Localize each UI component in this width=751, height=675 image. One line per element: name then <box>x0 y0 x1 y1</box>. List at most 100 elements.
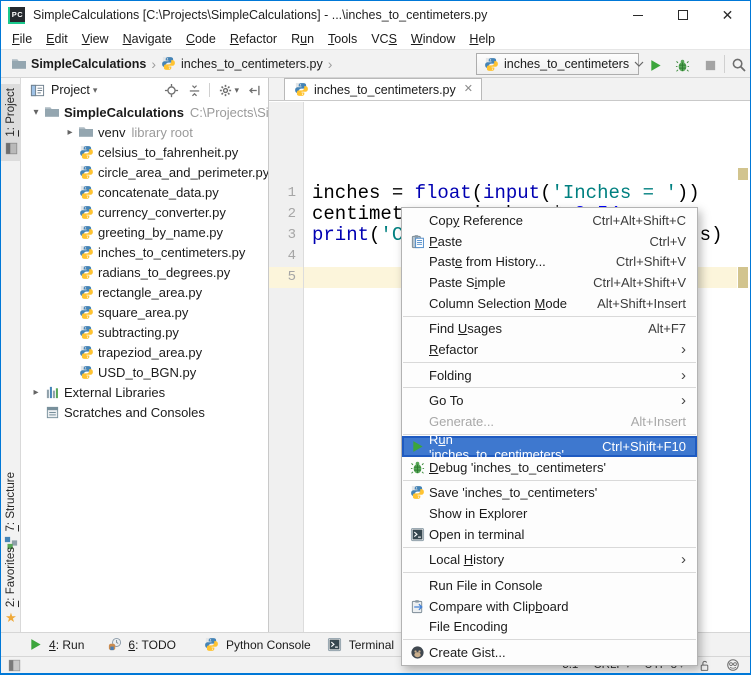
tree-row-circle-area-and-perimeter-py[interactable]: circle_area_and_perimeter.py <box>22 162 268 182</box>
stripe-label: 7: Structure <box>5 472 17 531</box>
tree-node-detail: C:\Projects\SimpleCalculations <box>190 105 268 120</box>
tree-row-trapeziod-area-py[interactable]: trapeziod_area.py <box>22 342 268 362</box>
window-controls: ✕ <box>615 1 750 29</box>
settings-button[interactable]: ▾ <box>217 82 239 98</box>
tab-inches-to-centimeters[interactable]: inches_to_centimeters.py ✕ <box>284 78 482 100</box>
tree-row-usd-to-bgn-py[interactable]: USD_to_BGN.py <box>22 362 268 382</box>
context-menu-item-debug-inches-to-centimeters[interactable]: Debug 'inches_to_centimeters' <box>402 457 697 478</box>
context-menu-item-go-to[interactable]: Go To› <box>402 390 697 411</box>
menu-separator <box>403 547 696 548</box>
menu-item-shortcut: Ctrl+V <box>632 234 686 249</box>
context-menu-item-file-encoding[interactable]: File Encoding <box>402 617 697 638</box>
tree-row-subtracting-py[interactable]: subtracting.py <box>22 322 268 342</box>
context-menu-item-folding[interactable]: Folding› <box>402 365 697 386</box>
chevron-collapsed-icon[interactable]: ▸ <box>28 387 44 398</box>
run-configuration-select[interactable]: inches_to_centimeters <box>476 53 639 75</box>
menubar-item-edit[interactable]: Edit <box>39 30 75 48</box>
locate-file-icon[interactable] <box>163 82 179 98</box>
editor-scrollbar[interactable] <box>737 102 750 632</box>
context-menu-item-column-selection-mode[interactable]: Column Selection ModeAlt+Shift+Insert <box>402 293 697 314</box>
chevron-expanded-icon[interactable]: ▾ <box>28 107 44 118</box>
tree-row-external-libraries[interactable]: ▸External Libraries <box>22 382 268 402</box>
tree-row-radians-to-degrees-py[interactable]: radians_to_degrees.py <box>22 262 268 282</box>
context-menu-item-open-in-terminal[interactable]: Open in terminal <box>402 524 697 545</box>
tree-row-inches-to-centimeters-py[interactable]: inches_to_centimeters.py <box>22 242 268 262</box>
tree-row-concatenate-data-py[interactable]: concatenate_data.py <box>22 182 268 202</box>
breadcrumb-inches-to-centimeters-py[interactable]: inches_to_centimeters.py <box>159 56 325 72</box>
python-icon <box>78 324 94 340</box>
context-menu-item-refactor[interactable]: Refactor› <box>402 339 697 360</box>
chevron-collapsed-icon[interactable]: ▸ <box>62 127 78 138</box>
folder-icon <box>44 104 60 120</box>
tool-window-button-6-todo[interactable]: 6: TODO <box>106 637 176 653</box>
tree-row-currency-converter-py[interactable]: currency_converter.py <box>22 202 268 222</box>
run-button[interactable] <box>646 56 664 74</box>
menubar-item-run[interactable]: Run <box>284 30 321 48</box>
tab-close-icon[interactable]: ✕ <box>464 84 473 95</box>
context-menu-item-create-gist[interactable]: Create Gist... <box>402 642 697 663</box>
context-menu-item-find-usages[interactable]: Find UsagesAlt+F7 <box>402 319 697 340</box>
menubar-item-vcs[interactable]: VCS <box>364 30 404 48</box>
line-number: 2 <box>275 204 303 225</box>
minimize-button[interactable] <box>615 1 660 29</box>
collapse-all-icon[interactable] <box>186 82 202 98</box>
menu-item-label: Find Usages <box>429 321 502 336</box>
tool-window-toggle-icon[interactable] <box>8 659 21 672</box>
tree-row-simplecalculations[interactable]: ▾SimpleCalculationsC:\Projects\SimpleCal… <box>22 102 268 122</box>
context-menu-item-paste-from-history[interactable]: Paste from History...Ctrl+Shift+V <box>402 252 697 273</box>
context-menu-item-compare-with-clipboard[interactable]: Compare with Clipboard <box>402 596 697 617</box>
tree-row-greeting-by-name-py[interactable]: greeting_by_name.py <box>22 222 268 242</box>
menu-item-label: Open in terminal <box>429 527 524 542</box>
compare-icon <box>408 599 426 614</box>
close-button[interactable]: ✕ <box>705 1 750 29</box>
unlock-icon[interactable] <box>698 659 711 672</box>
code-token: inches = <box>312 182 415 204</box>
menubar-item-window[interactable]: Window <box>404 30 462 48</box>
tree-row-rectangle-area-py[interactable]: rectangle_area.py <box>22 282 268 302</box>
python-icon <box>161 56 177 72</box>
stripe-button-2-favorites[interactable]: 2: Favorites★ <box>1 543 21 628</box>
tree-row-celsius-to-fahrenheit-py[interactable]: celsius_to_fahrenheit.py <box>22 142 268 162</box>
python-icon <box>78 164 94 180</box>
line-number: 5 <box>275 267 303 288</box>
context-menu-item-paste[interactable]: PasteCtrl+V <box>402 231 697 252</box>
breadcrumb-simplecalculations[interactable]: SimpleCalculations <box>9 56 148 72</box>
pycharm-window: PC SimpleCalculations [C:\Projects\Simpl… <box>0 0 751 675</box>
menubar-item-view[interactable]: View <box>75 30 116 48</box>
context-menu-item-generate[interactable]: Generate...Alt+Insert <box>402 411 697 432</box>
search-everywhere-button[interactable] <box>730 56 748 74</box>
menu-separator <box>403 572 696 573</box>
context-menu-item-save-inches-to-centimeters[interactable]: Save 'inches_to_centimeters' <box>402 483 697 504</box>
folder-icon <box>11 56 27 72</box>
chevron-down-icon: ▾ <box>234 85 239 96</box>
context-menu-item-local-history[interactable]: Local History› <box>402 550 697 571</box>
context-menu-item-show-in-explorer[interactable]: Show in Explorer <box>402 503 697 524</box>
context-menu-item-copy-reference[interactable]: Copy ReferenceCtrl+Alt+Shift+C <box>402 210 697 231</box>
menu-item-label: Copy Reference <box>429 213 523 228</box>
tool-window-button-python-console[interactable]: Python Console <box>204 637 311 653</box>
debug-button[interactable] <box>673 56 691 74</box>
project-panel-title[interactable]: Project <box>51 83 90 97</box>
tool-window-button-terminal[interactable]: Terminal <box>327 637 394 653</box>
menubar-item-file[interactable]: File <box>5 30 39 48</box>
tool-window-button-4-run[interactable]: 4: Run <box>27 637 84 653</box>
menubar-item-tools[interactable]: Tools <box>321 30 364 48</box>
chevron-down-icon: ▾ <box>93 85 98 96</box>
maximize-button[interactable] <box>660 1 705 29</box>
tree-row-square-area-py[interactable]: square_area.py <box>22 302 268 322</box>
hide-panel-icon[interactable] <box>246 82 262 98</box>
tree-row-venv[interactable]: ▸venvlibrary root <box>22 122 268 142</box>
menubar-item-code[interactable]: Code <box>179 30 223 48</box>
hector-inspector-icon[interactable] <box>726 658 740 672</box>
tree-row-scratches-and-consoles[interactable]: Scratches and Consoles <box>22 402 268 422</box>
context-menu-item-run-file-in-console[interactable]: Run File in Console <box>402 575 697 596</box>
context-menu-item-paste-simple[interactable]: Paste SimpleCtrl+Alt+Shift+V <box>402 272 697 293</box>
stop-button[interactable] <box>701 56 719 74</box>
menubar-item-help[interactable]: Help <box>462 30 502 48</box>
menubar-item-navigate[interactable]: Navigate <box>116 30 179 48</box>
scratches-icon <box>44 404 60 420</box>
menubar-item-refactor[interactable]: Refactor <box>223 30 284 48</box>
tree-node-label: currency_converter.py <box>98 205 226 220</box>
stripe-button-1-project[interactable]: 1: Project <box>1 84 21 161</box>
context-menu-item-run-inches-to-centimeters[interactable]: Run 'inches_to_centimeters'Ctrl+Shift+F1… <box>402 436 697 457</box>
